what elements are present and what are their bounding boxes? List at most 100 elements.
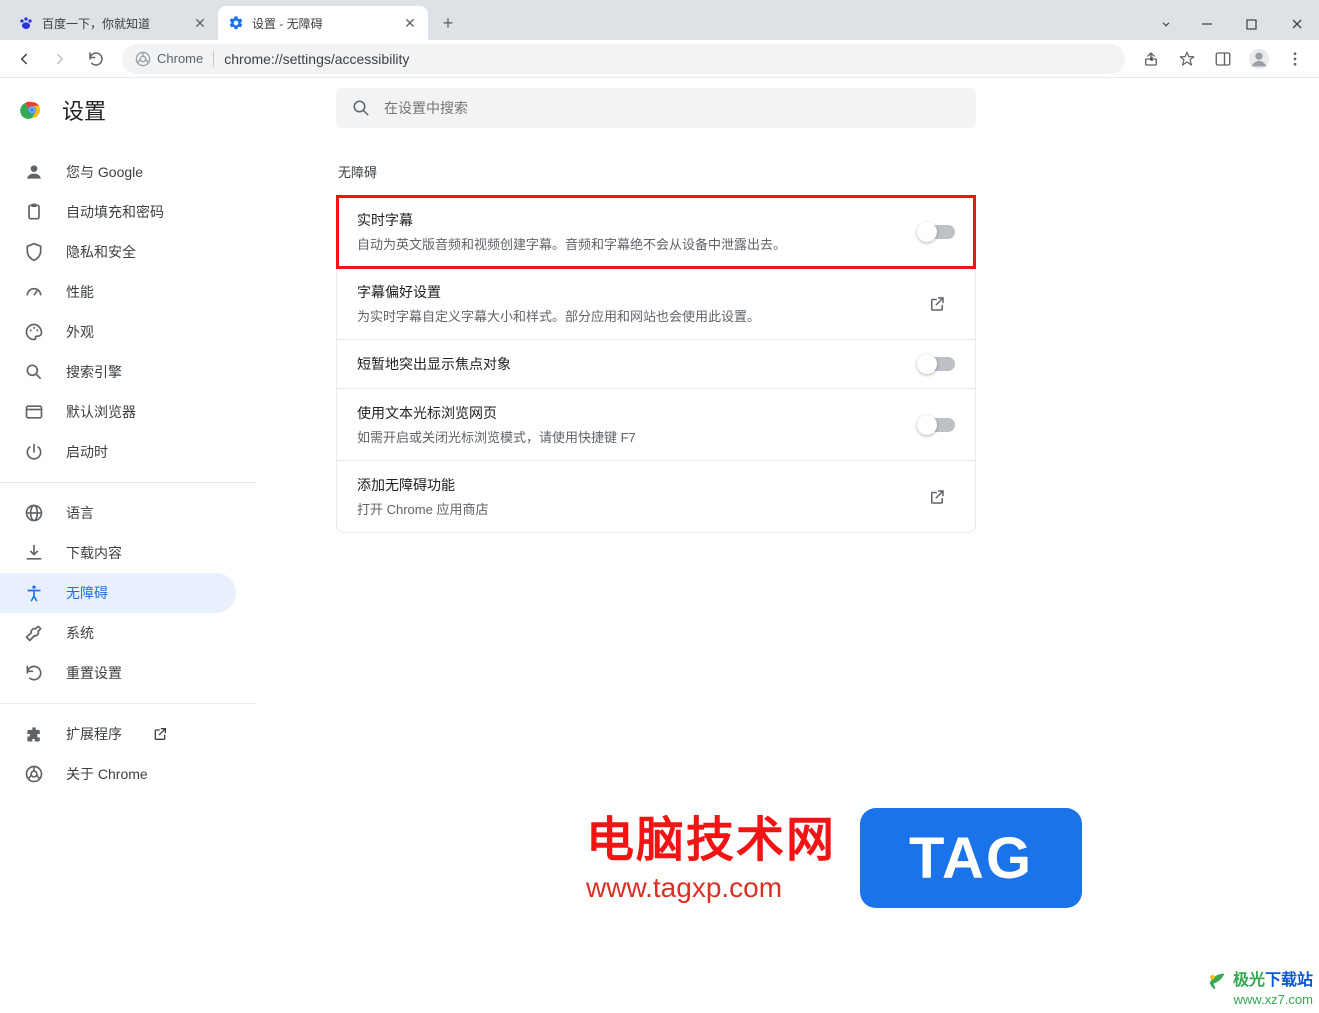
sidebar-item-label: 隐私和安全 xyxy=(66,242,136,262)
chrome-chip: Chrome xyxy=(135,51,203,67)
new-tab-button[interactable]: + xyxy=(434,9,462,37)
row-caption-preferences[interactable]: 字幕偏好设置 为实时字幕自定义字幕大小和样式。部分应用和网站也会使用此设置。 xyxy=(337,268,975,340)
search-input[interactable] xyxy=(384,100,960,116)
speedometer-icon xyxy=(24,282,44,302)
accessibility-icon xyxy=(24,583,44,603)
sidebar-item-label: 语言 xyxy=(66,503,94,523)
watermark-corner: 极光下载站 www.xz7.com xyxy=(1207,966,1313,1007)
globe-icon xyxy=(24,503,44,523)
sidebar-item-autofill[interactable]: 自动填充和密码 xyxy=(0,192,236,232)
watermark-tag: TAG xyxy=(860,808,1082,908)
settings-searchbox[interactable] xyxy=(336,88,976,128)
watermark-corner-name: 极光下载站 xyxy=(1207,966,1313,992)
row-subtitle: 自动为英文版音频和视频创建字幕。音频和字幕绝不会从设备中泄露出去。 xyxy=(357,234,919,253)
row-subtitle: 如需开启或关闭光标浏览模式，请使用快捷键 F7 xyxy=(357,427,919,446)
reload-button[interactable] xyxy=(80,43,112,75)
address-bar[interactable]: Chrome chrome://settings/accessibility xyxy=(122,44,1125,74)
chrome-logo-icon xyxy=(20,98,44,122)
sidebar-item-label: 自动填充和密码 xyxy=(66,202,164,222)
sidebar-item-default-browser[interactable]: 默认浏览器 xyxy=(0,392,236,432)
accessibility-card: 实时字幕 自动为英文版音频和视频创建字幕。音频和字幕绝不会从设备中泄露出去。 字… xyxy=(336,195,976,533)
sidebar-item-search-engine[interactable]: 搜索引擎 xyxy=(0,352,236,392)
profile-button[interactable] xyxy=(1243,43,1275,75)
maximize-button[interactable] xyxy=(1229,8,1274,40)
sidebar-item-languages[interactable]: 语言 xyxy=(0,493,236,533)
sidebar-item-label: 扩展程序 xyxy=(66,724,122,744)
baidu-favicon-icon xyxy=(18,15,34,31)
sidebar-item-label: 无障碍 xyxy=(66,583,108,603)
row-title: 使用文本光标浏览网页 xyxy=(357,403,919,423)
clipboard-icon xyxy=(24,202,44,222)
menu-button[interactable] xyxy=(1279,43,1311,75)
row-subtitle: 为实时字幕自定义字幕大小和样式。部分应用和网站也会使用此设置。 xyxy=(357,306,919,325)
sidebar-item-system[interactable]: 系统 xyxy=(0,613,236,653)
sidebar-item-label: 默认浏览器 xyxy=(66,402,136,422)
chevron-down-icon[interactable] xyxy=(1148,8,1184,40)
row-caret-browsing[interactable]: 使用文本光标浏览网页 如需开启或关闭光标浏览模式，请使用快捷键 F7 xyxy=(337,389,975,461)
sidebar-item-downloads[interactable]: 下载内容 xyxy=(0,533,236,573)
browser-toolbar: Chrome chrome://settings/accessibility xyxy=(0,40,1319,78)
close-icon[interactable]: ✕ xyxy=(192,15,208,31)
url-text: chrome://settings/accessibility xyxy=(224,51,409,67)
sidebar-item-on-startup[interactable]: 启动时 xyxy=(0,432,236,472)
settings-title: 设置 xyxy=(62,94,106,126)
sidebar-item-about[interactable]: 关于 Chrome xyxy=(0,754,236,794)
watermark-tag-text: TAG xyxy=(909,825,1033,892)
sidebar-item-label: 下载内容 xyxy=(66,543,122,563)
sidebar-item-accessibility[interactable]: 无障碍 xyxy=(0,573,236,613)
sidebar-item-label: 性能 xyxy=(66,282,94,302)
settings-sidebar: 您与 Google 自动填充和密码 隐私和安全 性能 外观 搜索引擎 默认浏览器 xyxy=(0,78,256,1013)
sidebar-item-label: 启动时 xyxy=(66,442,108,462)
watermark-url: www.tagxp.com xyxy=(586,872,836,904)
sidebar-item-label: 重置设置 xyxy=(66,663,122,683)
close-window-button[interactable] xyxy=(1274,8,1319,40)
tab-baidu[interactable]: 百度一下，你就知道 ✕ xyxy=(8,6,218,40)
download-icon xyxy=(24,543,44,563)
tab-settings[interactable]: 设置 - 无障碍 ✕ xyxy=(218,6,428,40)
section-title: 无障碍 xyxy=(338,162,1319,181)
watermark-cn: 电脑技术网 xyxy=(586,800,836,870)
toggle-switch[interactable] xyxy=(919,418,955,432)
share-button[interactable] xyxy=(1135,43,1167,75)
sidebar-item-extensions[interactable]: 扩展程序 xyxy=(0,714,236,754)
row-live-caption[interactable]: 实时字幕 自动为英文版音频和视频创建字幕。音频和字幕绝不会从设备中泄露出去。 xyxy=(337,196,975,268)
sidebar-item-label: 您与 Google xyxy=(66,162,143,182)
extension-icon xyxy=(24,724,44,744)
window-controls xyxy=(1148,8,1319,40)
row-subtitle: 打开 Chrome 应用商店 xyxy=(357,499,919,518)
power-icon xyxy=(24,442,44,462)
person-icon xyxy=(24,162,44,182)
sidebar-item-performance[interactable]: 性能 xyxy=(0,272,236,312)
sidebar-item-privacy[interactable]: 隐私和安全 xyxy=(0,232,236,272)
restore-icon xyxy=(24,663,44,683)
external-link-icon xyxy=(928,488,946,506)
sidebar-item-appearance[interactable]: 外观 xyxy=(0,312,236,352)
row-title: 字幕偏好设置 xyxy=(357,282,919,302)
search-icon xyxy=(352,99,370,117)
gear-icon xyxy=(228,15,244,31)
back-button[interactable] xyxy=(8,43,40,75)
minimize-button[interactable] xyxy=(1184,8,1229,40)
toggle-switch[interactable] xyxy=(919,357,955,371)
row-focus-highlight[interactable]: 短暂地突出显示焦点对象 xyxy=(337,340,975,389)
row-add-accessibility[interactable]: 添加无障碍功能 打开 Chrome 应用商店 xyxy=(337,461,975,532)
sidebar-item-label: 关于 Chrome xyxy=(66,764,148,784)
forward-button[interactable] xyxy=(44,43,76,75)
wrench-icon xyxy=(24,623,44,643)
sidebar-item-you-and-google[interactable]: 您与 Google xyxy=(0,152,236,192)
tab-title: 百度一下，你就知道 xyxy=(42,15,184,32)
sidebar-item-reset[interactable]: 重置设置 xyxy=(0,653,236,693)
row-title: 短暂地突出显示焦点对象 xyxy=(357,354,919,374)
watermark-main: 电脑技术网 www.tagxp.com xyxy=(586,800,836,904)
external-link-icon xyxy=(152,726,168,742)
chrome-outline-icon xyxy=(24,764,44,784)
browser-icon xyxy=(24,402,44,422)
bookmark-button[interactable] xyxy=(1171,43,1203,75)
search-icon xyxy=(24,362,44,382)
divider xyxy=(0,482,256,483)
toggle-switch[interactable] xyxy=(919,225,955,239)
side-panel-button[interactable] xyxy=(1207,43,1239,75)
divider xyxy=(0,703,256,704)
close-icon[interactable]: ✕ xyxy=(402,15,418,31)
palette-icon xyxy=(24,322,44,342)
